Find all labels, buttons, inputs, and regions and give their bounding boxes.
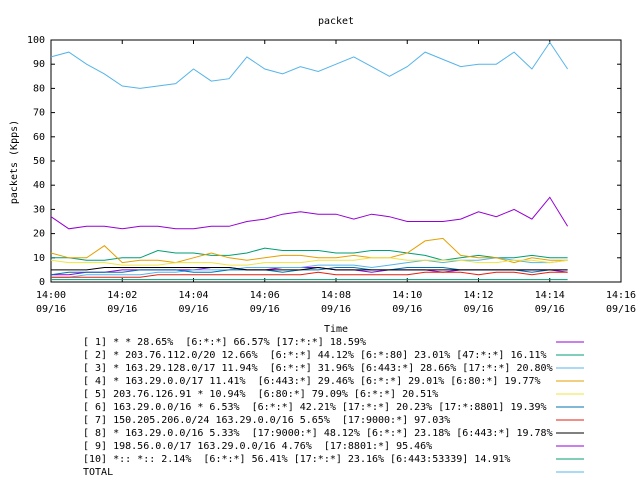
y-tick-label: 20 bbox=[33, 229, 45, 240]
y-tick-label: 70 bbox=[33, 108, 45, 119]
line-chart: packet packets (Kpps) Time 0 10 20 30 40 50 60… bbox=[9, 16, 636, 478]
x-tick-label-time: 14:16 bbox=[606, 290, 636, 301]
x-tick-label-time: 14:08 bbox=[321, 290, 351, 301]
x-tick-label-date: 09/16 bbox=[321, 304, 351, 315]
legend-label: TOTAL bbox=[83, 467, 113, 478]
legend-label: [ 3] * 163.29.128.0/17 11.94% [6:*:*] 31… bbox=[83, 363, 553, 374]
y-tick-label: 10 bbox=[33, 253, 45, 264]
y-axis-label: packets (Kpps) bbox=[9, 120, 20, 204]
x-tick-label-date: 09/16 bbox=[250, 304, 280, 315]
x-axis-label: Time bbox=[324, 324, 348, 335]
legend-label: [ 6] 163.29.0.0/16 * 6.53% [6:*:*] 42.21… bbox=[83, 402, 547, 413]
series-lines bbox=[50, 41, 569, 281]
y-tick-label: 90 bbox=[33, 59, 45, 70]
legend-label: [10] *:: *:: 2.14% [6:*:*] 56.41% [17:*:… bbox=[83, 454, 510, 465]
y-tick-label: 30 bbox=[33, 204, 45, 215]
x-tick-label-date: 09/16 bbox=[606, 304, 636, 315]
series-line-9 bbox=[50, 196, 569, 230]
x-tick-label-date: 09/16 bbox=[36, 304, 66, 315]
y-tick-label: 40 bbox=[33, 180, 45, 191]
legend-label: [ 9] 198.56.0.0/17 163.29.0.0/16 4.76% [… bbox=[83, 441, 432, 452]
chart-title: packet bbox=[318, 16, 354, 27]
x-tick-label-date: 09/16 bbox=[463, 304, 493, 315]
legend-label: [ 4] * 163.29.0.0/17 11.41% [6:443:*] 29… bbox=[83, 376, 541, 387]
legend-label: [ 7] 150.205.206.0/24 163.29.0.0/16 5.65… bbox=[83, 415, 450, 426]
y-tick-label: 80 bbox=[33, 83, 45, 94]
x-tick-label-time: 14:00 bbox=[36, 290, 66, 301]
x-tick-label-date: 09/16 bbox=[392, 304, 422, 315]
x-tick-label-time: 14:10 bbox=[392, 290, 422, 301]
plot-frame bbox=[50, 39, 622, 283]
legend-label: [ 5] 203.76.126.91 * 10.94% [6:80:*] 79.… bbox=[83, 389, 438, 400]
series-line-11 bbox=[50, 41, 569, 89]
x-tick-label-time: 14:06 bbox=[250, 290, 280, 301]
x-tick-label-time: 14:14 bbox=[535, 290, 565, 301]
y-tick-label: 100 bbox=[27, 35, 45, 46]
legend-label: [ 8] * 163.29.0.0/16 5.33% [17:9000:*] 4… bbox=[83, 428, 553, 439]
legend-label: [ 2] * 203.76.112.0/20 12.66% [6:*:*] 44… bbox=[83, 350, 547, 361]
y-tick-label: 50 bbox=[33, 156, 45, 167]
x-tick-label-time: 14:02 bbox=[107, 290, 137, 301]
legend: [ 1] * * 28.65% [6:*:*] 66.57% [17:*:*] … bbox=[83, 337, 584, 478]
x-tick-label-time: 14:12 bbox=[463, 290, 493, 301]
y-tick-label: 0 bbox=[39, 277, 45, 288]
x-tick-label-time: 14:04 bbox=[178, 290, 208, 301]
x-tick-label-date: 09/16 bbox=[107, 304, 137, 315]
legend-label: [ 1] * * 28.65% [6:*:*] 66.57% [17:*:*] … bbox=[83, 337, 366, 348]
x-tick-label-date: 09/16 bbox=[535, 304, 565, 315]
y-tick-label: 60 bbox=[33, 132, 45, 143]
x-tick-label-date: 09/16 bbox=[178, 304, 208, 315]
